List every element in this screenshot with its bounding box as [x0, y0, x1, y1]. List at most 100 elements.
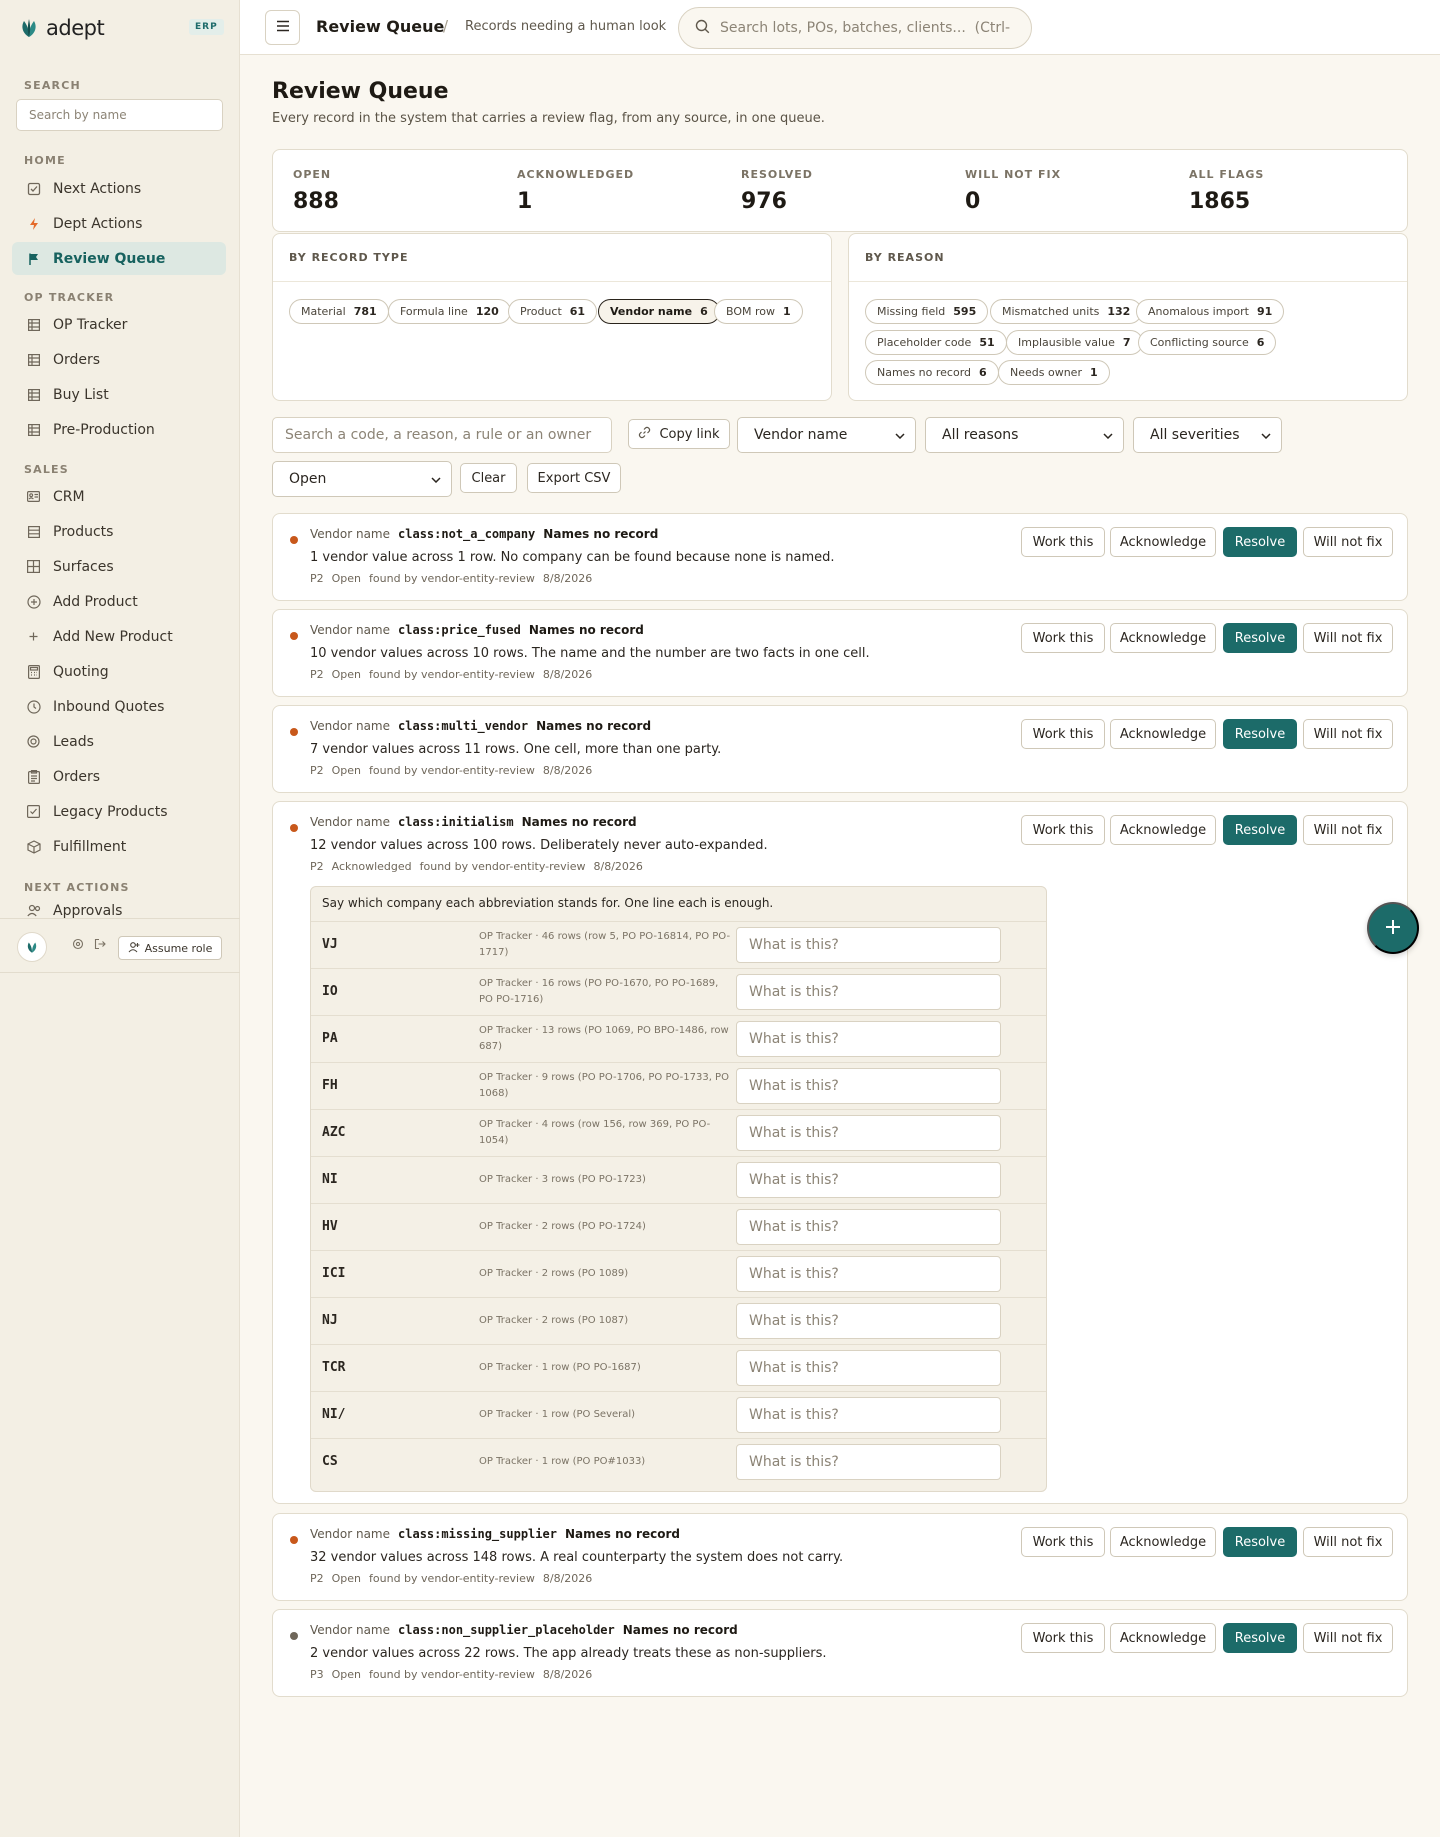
panel-title: BY REASON	[849, 234, 1407, 282]
sidebar-item-orders-sales[interactable]: Orders	[12, 760, 226, 793]
will-not-fix-button[interactable]: Will not fix	[1303, 815, 1393, 845]
abbreviation-input[interactable]	[736, 1256, 1001, 1292]
reason-chip-needs-owner[interactable]: Needs owner 1	[998, 360, 1110, 385]
sidebar-item-review-queue[interactable]: Review Queue	[12, 242, 226, 275]
status-select[interactable]: Open	[272, 461, 452, 497]
work-this-button[interactable]: Work this	[1021, 623, 1105, 653]
sidebar-item-surfaces[interactable]: Surfaces	[12, 550, 226, 583]
sidebar-item-approvals[interactable]: Approvals	[12, 896, 226, 918]
sidebar-item-op-tracker[interactable]: OP Tracker	[12, 308, 226, 341]
reason-select[interactable]: All reasons	[925, 417, 1124, 453]
abbreviation-input[interactable]	[736, 974, 1001, 1010]
acknowledge-button[interactable]: Acknowledge	[1110, 719, 1216, 749]
found-date: 8/8/2026	[542, 668, 593, 681]
target-icon	[26, 734, 41, 749]
sidebar-item-pre-production[interactable]: Pre-Production	[12, 413, 226, 446]
list-icon	[26, 524, 41, 539]
will-not-fix-button[interactable]: Will not fix	[1303, 623, 1393, 653]
reason-chip-anomalous-import[interactable]: Anomalous import 91	[1136, 299, 1285, 324]
sidebar-item-dept-actions[interactable]: Dept Actions	[12, 207, 226, 240]
abbreviation-row: VJ OP Tracker · 46 rows (row 5, PO PO-16…	[311, 921, 1046, 968]
menu-toggle-button[interactable]	[265, 10, 300, 45]
global-search[interactable]	[678, 7, 1032, 49]
sidebar-item-leads[interactable]: Leads	[12, 725, 226, 758]
clear-filters-button[interactable]: Clear	[460, 463, 517, 493]
brand[interactable]: adept	[18, 14, 105, 42]
settings-icon[interactable]	[71, 937, 85, 951]
acknowledge-button[interactable]: Acknowledge	[1110, 1527, 1216, 1557]
will-not-fix-button[interactable]: Will not fix	[1303, 1527, 1393, 1557]
work-this-button[interactable]: Work this	[1021, 815, 1105, 845]
reason-chip-implausible-value[interactable]: Implausible value 7	[1006, 330, 1143, 355]
severity-select[interactable]: All severities	[1133, 417, 1282, 453]
assume-role-button[interactable]: Assume role	[118, 936, 222, 960]
resolve-button[interactable]: Resolve	[1223, 1527, 1297, 1557]
export-csv-button[interactable]: Export CSV	[527, 463, 621, 493]
resolve-button[interactable]: Resolve	[1223, 815, 1297, 845]
abbreviation-input[interactable]	[736, 1444, 1001, 1480]
sidebar-item-next-actions[interactable]: Next Actions	[12, 172, 226, 205]
record-type-select[interactable]: Vendor name	[737, 417, 916, 453]
record-type-chip-vendor-name[interactable]: Vendor name 6	[598, 299, 720, 324]
acknowledge-button[interactable]: Acknowledge	[1110, 623, 1216, 653]
record-type-chip-material[interactable]: Material 781	[289, 299, 389, 324]
reason-chip-mismatched-units[interactable]: Mismatched units 132	[990, 299, 1143, 324]
acknowledge-button[interactable]: Acknowledge	[1110, 527, 1216, 557]
flag-icon	[26, 251, 41, 266]
abbreviation-input[interactable]	[736, 1350, 1001, 1386]
abbreviation-input[interactable]	[736, 1397, 1001, 1433]
resolve-button[interactable]: Resolve	[1223, 719, 1297, 749]
abbreviation-input[interactable]	[736, 1021, 1001, 1057]
sidebar-search-input[interactable]	[16, 99, 223, 131]
queue-search-input[interactable]	[272, 417, 612, 453]
priority-badge: P2	[310, 1572, 324, 1585]
abbreviation-input[interactable]	[736, 1115, 1001, 1151]
sidebar-item-legacy-products[interactable]: Legacy Products	[12, 795, 226, 828]
section-label-sales: SALES	[24, 463, 69, 476]
avatar[interactable]	[17, 932, 47, 962]
sidebar-item-add-product[interactable]: Add Product	[12, 585, 226, 618]
abbreviation-input[interactable]	[736, 1303, 1001, 1339]
add-fab-button[interactable]	[1367, 902, 1419, 954]
plus-icon	[1384, 918, 1402, 939]
resolve-button[interactable]: Resolve	[1223, 1623, 1297, 1653]
logout-icon[interactable]	[93, 937, 107, 951]
record-type-chip-formula-line[interactable]: Formula line 120	[388, 299, 511, 324]
acknowledge-button[interactable]: Acknowledge	[1110, 815, 1216, 845]
reason-chip-placeholder-code[interactable]: Placeholder code 51	[865, 330, 1007, 355]
resolve-button[interactable]: Resolve	[1223, 623, 1297, 653]
by-reason-panel: BY REASON Missing field 595 Mismatched un…	[848, 233, 1408, 401]
will-not-fix-button[interactable]: Will not fix	[1303, 527, 1393, 557]
record-type-chip-product[interactable]: Product 61	[508, 299, 598, 324]
stat-label: RESOLVED	[741, 168, 813, 181]
work-this-button[interactable]: Work this	[1021, 1623, 1105, 1653]
work-this-button[interactable]: Work this	[1021, 719, 1105, 749]
work-this-button[interactable]: Work this	[1021, 527, 1105, 557]
will-not-fix-button[interactable]: Will not fix	[1303, 1623, 1393, 1653]
sidebar-item-add-new-product[interactable]: Add New Product	[12, 620, 226, 653]
sidebar-item-inbound-quotes[interactable]: Inbound Quotes	[12, 690, 226, 723]
record-type-chip-bom-row[interactable]: BOM row 1	[714, 299, 803, 324]
reason-chip-conflicting-source[interactable]: Conflicting source 6	[1138, 330, 1277, 355]
work-this-button[interactable]: Work this	[1021, 1527, 1105, 1557]
acknowledge-button[interactable]: Acknowledge	[1110, 1623, 1216, 1653]
abbreviation-input[interactable]	[736, 1209, 1001, 1245]
checkbox-icon	[26, 181, 41, 196]
chip-label: Implausible value	[1018, 336, 1115, 349]
sidebar-item-fulfillment[interactable]: Fulfillment	[12, 830, 226, 863]
will-not-fix-button[interactable]: Will not fix	[1303, 719, 1393, 749]
sidebar-item-products[interactable]: Products	[12, 515, 226, 548]
copy-link-button[interactable]: Copy link	[628, 419, 730, 449]
chip-label: Mismatched units	[1002, 305, 1100, 318]
abbreviation-input[interactable]	[736, 927, 1001, 963]
abbreviation-input[interactable]	[736, 1162, 1001, 1198]
sidebar-item-quoting[interactable]: Quoting	[12, 655, 226, 688]
global-search-input[interactable]	[720, 20, 1010, 36]
reason-chip-missing-field[interactable]: Missing field 595	[865, 299, 989, 324]
sidebar-item-crm[interactable]: CRM	[12, 480, 226, 513]
resolve-button[interactable]: Resolve	[1223, 527, 1297, 557]
reason-chip-names-no-record[interactable]: Names no record 6	[865, 360, 999, 385]
sidebar-item-orders[interactable]: Orders	[12, 343, 226, 376]
sidebar-item-buy-list[interactable]: Buy List	[12, 378, 226, 411]
abbreviation-input[interactable]	[736, 1068, 1001, 1104]
